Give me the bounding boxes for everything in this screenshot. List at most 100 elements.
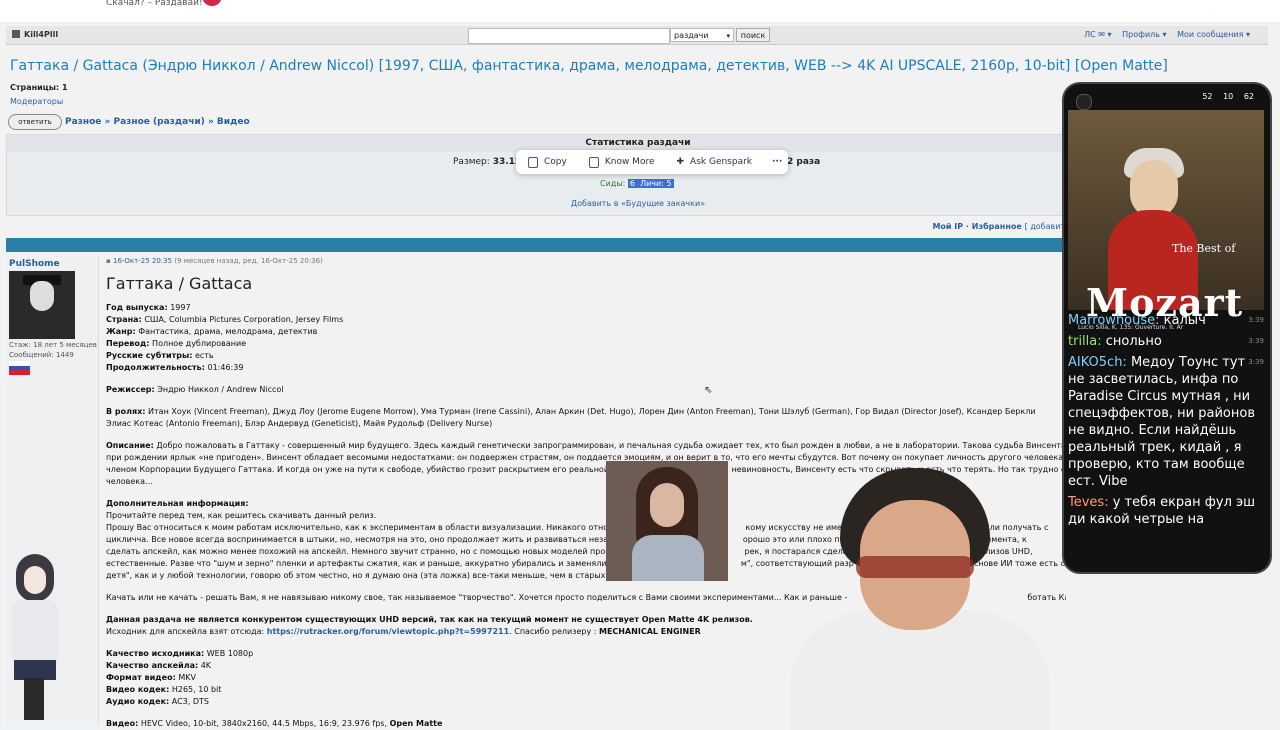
post-edit-note: (9 месяцев назад, ред. 16-Окт-25 20:36) bbox=[174, 257, 323, 265]
chat-user: Teves: bbox=[1068, 495, 1109, 510]
peers-selection: 6 Личи: 5 bbox=[627, 179, 674, 188]
reply-button[interactable]: ответить bbox=[8, 114, 62, 130]
moderators-link[interactable]: Модераторы bbox=[10, 97, 63, 106]
author-experience: Стаж: 18 лет 5 месяцев bbox=[9, 340, 97, 350]
mouse-cursor-icon: ⇖ bbox=[704, 385, 713, 396]
source-link[interactable]: https://rutracker.org/forum/viewtopic.ph… bbox=[267, 627, 509, 636]
translation-label: Перевод: bbox=[106, 339, 150, 348]
genre-value: Фантастика, драма, мелодрама, детектив bbox=[138, 327, 318, 336]
year-value: 1997 bbox=[170, 303, 191, 312]
avatar-mask bbox=[30, 281, 54, 311]
know-more-label: Know More bbox=[604, 157, 655, 167]
description-line1: Добро пожаловать в Гаттаку - совершенный… bbox=[156, 441, 1066, 450]
cast-label: В ролях: bbox=[106, 407, 146, 416]
chat-message: 3:39 AIKO5ch: Медоу Тоунс тут не засветил… bbox=[1068, 354, 1264, 490]
subs-label: Русские субтитры: bbox=[106, 351, 193, 360]
post-meta: ▪ 16-Окт-25 20:35 (9 месяцев назад, ред.… bbox=[106, 257, 323, 265]
description-line3: членом Корпорации Будущего Гаттака. И ко… bbox=[106, 465, 610, 474]
copy-button[interactable]: Copy bbox=[528, 156, 567, 168]
status-battery: 52 bbox=[1202, 92, 1213, 101]
status-viewers: 62 bbox=[1243, 92, 1254, 101]
search-button[interactable]: поиск bbox=[736, 28, 770, 42]
translation-value: Полное дублирование bbox=[152, 339, 247, 348]
experience-label: Стаж: bbox=[9, 341, 31, 349]
author-messages: Сообщений: 1449 bbox=[9, 350, 97, 360]
album-subtitle: The Best of bbox=[1172, 242, 1236, 255]
avatar bbox=[9, 271, 75, 339]
chat-user: trilla: bbox=[1068, 334, 1102, 349]
post-author[interactable]: PulShome bbox=[9, 259, 60, 269]
cast-value: Итан Хоук (Vincent Freeman), Джуд Лоу (J… bbox=[148, 407, 1036, 416]
director-value: Эндрю Никкол / Andrew Niccol bbox=[157, 385, 284, 394]
status-notifications: 10 bbox=[1223, 92, 1234, 101]
chat-time: 3:39 bbox=[1248, 316, 1264, 324]
quality-up-value: 4K bbox=[200, 661, 212, 670]
my-messages-link[interactable]: Мои сообщения ▾ bbox=[1177, 30, 1250, 39]
country-value: США, Columbia Pictures Corporation, Jers… bbox=[144, 315, 344, 324]
chat-log: 3:39 Marrowhouse: калыч 3:39 trilla: сноль… bbox=[1068, 312, 1264, 532]
country-label: Страна: bbox=[106, 315, 142, 324]
sparkle-icon: ✚ bbox=[676, 157, 685, 167]
search-scope-select[interactable]: раздачи ▾ bbox=[670, 28, 734, 42]
acodec-value: AC3, DTS bbox=[171, 697, 209, 706]
source-thanks: . Спасибо релизеру : bbox=[509, 627, 597, 636]
seeds-value: 6 bbox=[629, 179, 635, 188]
messages-value: 1449 bbox=[55, 351, 74, 359]
chat-user: AIKO5ch: bbox=[1068, 355, 1127, 370]
post-heading: Гаттака / Gattaca bbox=[106, 274, 253, 293]
video-tail: Open Matte bbox=[389, 719, 443, 728]
extra-line2: Прошу Вас относиться к моим работам искл… bbox=[106, 523, 616, 532]
pagination: Страницы: 1 bbox=[10, 83, 68, 92]
username: Kill4Plll bbox=[24, 30, 59, 39]
ask-label: Ask Genspark bbox=[690, 157, 753, 167]
extra-line3: цикличча. Все новое всегда воспринимаетс… bbox=[106, 535, 613, 544]
size-label: Размер: bbox=[453, 157, 490, 167]
acodec-label: Аудио кодек: bbox=[106, 697, 170, 706]
chat-user: Marrowhouse: bbox=[1068, 313, 1160, 328]
more-options-button[interactable]: ··· bbox=[772, 157, 782, 167]
source-label: Исходник для апскейла взят отсюда: bbox=[106, 627, 265, 636]
pm-link[interactable]: ЛС ✉ ▾ bbox=[1084, 30, 1111, 39]
profile-link[interactable]: Профиль ▾ bbox=[1122, 30, 1166, 39]
messages-label: Сообщений: bbox=[9, 351, 54, 359]
quality-src-value: WEB 1080p bbox=[206, 649, 254, 658]
selection-popup: Copy Know More ✚ Ask Genspark ··· bbox=[516, 150, 788, 174]
current-user[interactable]: Kill4Plll bbox=[12, 30, 58, 39]
camera-notch bbox=[1076, 94, 1092, 110]
author-info: Стаж: 18 лет 5 месяцев Сообщений: 1449 bbox=[9, 340, 97, 360]
character-legs bbox=[24, 678, 44, 720]
post-date[interactable]: 16-Окт-25 20:35 bbox=[113, 257, 172, 265]
quality-up-label: Качество апскейла: bbox=[106, 661, 199, 670]
extra-line5: естественные. Разве что "шум и зерно" пл… bbox=[106, 559, 611, 568]
anime-character-overlay bbox=[2, 550, 68, 720]
chevron-down-icon: ▾ bbox=[726, 32, 730, 40]
phone-overlay: 52 10 62 The Best of Mozart Lucio Silla,… bbox=[1062, 82, 1272, 574]
know-more-button[interactable]: Know More bbox=[588, 156, 655, 168]
breadcrumb[interactable]: Разное » Разное (раздачи) » Видео bbox=[65, 117, 250, 127]
source-releaser: MECHANICAL ENGINER bbox=[599, 627, 701, 636]
video-value: HEVC Video, 10-bit, 3840x2160, 44.5 Mbps… bbox=[140, 719, 388, 728]
leeches-value: 5 bbox=[666, 179, 672, 188]
copy-icon bbox=[528, 156, 538, 168]
extra-line4: сделать апскейл, как можно менее похожий… bbox=[106, 547, 615, 556]
ask-genspark-button[interactable]: ✚ Ask Genspark bbox=[677, 157, 753, 167]
streamer-camera bbox=[780, 460, 1080, 730]
chat-message: 3:39 trilla: снольно bbox=[1068, 333, 1264, 350]
chat-text: калыч bbox=[1163, 313, 1206, 328]
copy-label: Copy bbox=[544, 157, 567, 167]
search-scope-value: раздачи bbox=[674, 31, 709, 40]
webcam-face bbox=[650, 483, 684, 527]
extra-line7: Качать или не качать - решать Вам, я не … bbox=[106, 593, 848, 602]
quality-src-label: Качество исходника: bbox=[106, 649, 205, 658]
myip-favorites-links[interactable]: Мой IP · Избранное bbox=[932, 222, 1021, 231]
page-number[interactable]: 1 bbox=[62, 83, 68, 92]
format-value: MKV bbox=[178, 673, 196, 682]
webcam-body bbox=[632, 535, 704, 581]
streamer-glasses bbox=[856, 556, 974, 578]
format-label: Формат видео: bbox=[106, 673, 176, 682]
phone-status-bar: 52 10 62 bbox=[1194, 92, 1254, 101]
search-input[interactable] bbox=[468, 28, 670, 44]
size-info: Размер: 33.12 bbox=[453, 157, 521, 167]
genre-label: Жанр: bbox=[106, 327, 136, 336]
topic-title[interactable]: Гаттака / Gattaca (Эндрю Никкол / Andrew… bbox=[10, 58, 1168, 74]
